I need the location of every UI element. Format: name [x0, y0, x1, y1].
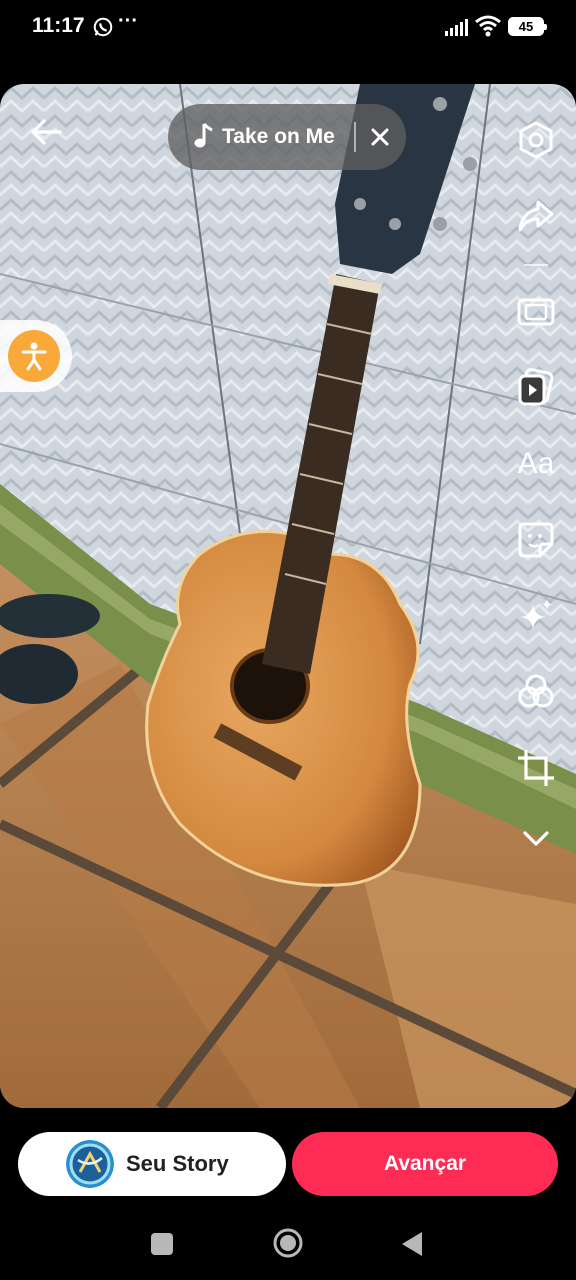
share-button[interactable] — [510, 194, 562, 238]
effects-icon — [520, 599, 552, 630]
avatar — [66, 1140, 114, 1188]
settings-button[interactable] — [510, 118, 562, 162]
close-icon[interactable] — [366, 122, 394, 152]
resize-icon — [517, 298, 555, 326]
accessibility-button[interactable] — [8, 330, 60, 382]
crop-icon — [518, 750, 554, 786]
filters-button[interactable] — [510, 670, 562, 714]
crop-button[interactable] — [510, 746, 562, 790]
music-title: Take on Me — [222, 125, 335, 148]
sticker-button[interactable] — [510, 518, 562, 562]
next-button[interactable]: Avançar — [292, 1132, 558, 1196]
nav-back-icon[interactable] — [400, 1230, 424, 1258]
status-bar: 11:17 ··· 45 — [0, 0, 576, 56]
back-arrow-icon[interactable] — [26, 112, 66, 152]
clips-icon — [518, 368, 554, 406]
effects-button[interactable] — [510, 594, 562, 638]
profile-avatar-icon — [66, 1140, 114, 1188]
accessibility-icon — [21, 342, 47, 371]
sticker-icon — [518, 522, 554, 558]
status-time: 11:17 — [32, 14, 85, 37]
accessibility-tab[interactable] — [0, 320, 72, 392]
your-story-button[interactable]: Seu Story — [18, 1132, 286, 1196]
story-photo-canvas[interactable] — [0, 84, 576, 1108]
share-icon — [518, 200, 554, 232]
system-nav-bar — [0, 1208, 576, 1280]
guitar-photo — [0, 84, 576, 1108]
chevron-down-icon — [523, 831, 549, 846]
battery-icon: 45 — [508, 17, 547, 36]
clips-button[interactable] — [510, 366, 562, 410]
music-pill[interactable]: Take on Me — [168, 104, 406, 170]
music-note-icon — [194, 122, 213, 148]
filters-icon — [518, 674, 554, 708]
settings-icon — [519, 121, 553, 159]
resize-button[interactable] — [510, 290, 562, 334]
recents-button[interactable] — [151, 1233, 173, 1255]
text-tool-button[interactable]: Aa — [510, 442, 562, 486]
home-button-icon[interactable] — [272, 1227, 304, 1259]
whatsapp-icon — [93, 17, 113, 37]
signal-icon — [445, 19, 468, 36]
status-overflow: ··· — [118, 10, 138, 32]
more-tools-button[interactable] — [510, 816, 562, 860]
your-story-label: Seu Story — [126, 1151, 229, 1176]
music-divider — [354, 122, 356, 152]
tools-separator — [524, 264, 548, 266]
wifi-icon — [475, 15, 501, 37]
